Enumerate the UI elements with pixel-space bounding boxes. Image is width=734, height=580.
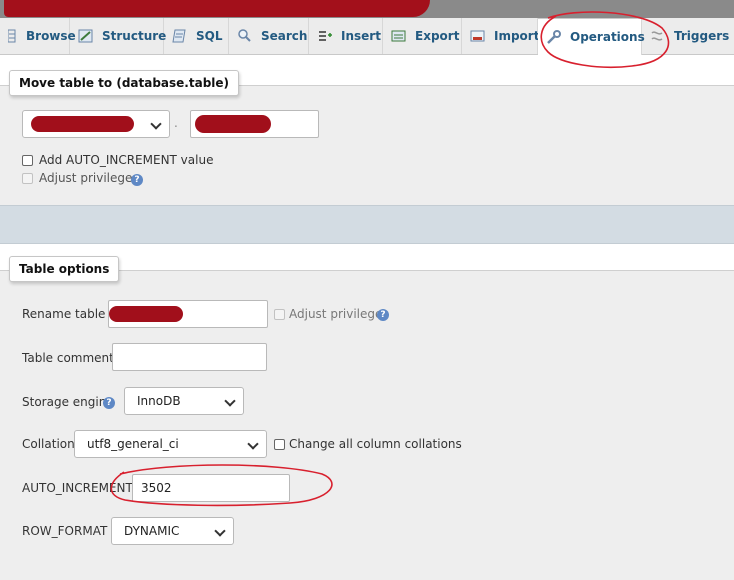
change-all-collations-checkbox[interactable] xyxy=(274,439,285,450)
tab-label: Triggers xyxy=(674,29,730,43)
chevron-down-icon xyxy=(247,438,259,450)
help-icon[interactable]: ? xyxy=(131,174,143,186)
rename-adjust-privileges-label: Adjust privileges xyxy=(289,307,389,321)
move-table-fieldset: . Add AUTO_INCREMENT value Adjust privil… xyxy=(0,85,734,205)
tab-browse[interactable]: Browse xyxy=(0,18,76,54)
rename-adjust-privileges-checkbox xyxy=(274,309,285,320)
structure-icon xyxy=(78,29,94,43)
row-format-label: ROW_FORMAT xyxy=(22,524,108,538)
tab-insert[interactable]: Insert xyxy=(309,18,383,54)
row-format-select[interactable]: DYNAMIC xyxy=(111,517,234,545)
storage-engine-label: Storage engine xyxy=(22,395,114,409)
move-table-submit-bar xyxy=(0,205,734,244)
tab-triggers[interactable]: Triggers xyxy=(642,18,734,54)
sql-icon xyxy=(172,29,188,43)
tab-label: Browse xyxy=(26,29,76,43)
tab-label: Import xyxy=(494,29,540,43)
tab-label: Export xyxy=(415,29,460,43)
tab-import[interactable]: Import xyxy=(462,18,540,54)
adjust-privileges-label: Adjust privileges xyxy=(39,171,139,185)
collation-value: utf8_general_ci xyxy=(87,437,179,451)
breadcrumb-bar xyxy=(0,0,734,18)
tab-label: Operations xyxy=(570,30,645,44)
storage-engine-value: InnoDB xyxy=(137,394,181,408)
triggers-icon xyxy=(650,29,666,43)
auto-increment-input[interactable]: 3502 xyxy=(132,474,290,502)
chevron-down-icon xyxy=(214,525,226,537)
tab-operations[interactable]: Operations xyxy=(538,18,645,55)
chevron-down-icon xyxy=(150,118,162,130)
collation-label: Collation xyxy=(22,437,75,451)
tab-label: Structure xyxy=(102,29,167,43)
redacted-breadcrumb xyxy=(4,0,430,17)
tab-sql[interactable]: SQL xyxy=(164,18,229,54)
row-format-value: DYNAMIC xyxy=(124,524,180,538)
add-auto-increment-checkbox[interactable] xyxy=(22,155,33,166)
new-table-name-input[interactable] xyxy=(190,110,319,138)
tab-export[interactable]: Export xyxy=(383,18,462,54)
help-icon[interactable]: ? xyxy=(377,309,389,321)
collation-select[interactable]: utf8_general_ci xyxy=(74,430,267,458)
import-icon xyxy=(470,29,486,43)
change-all-collations-label: Change all column collations xyxy=(289,437,462,451)
database-select[interactable] xyxy=(22,110,170,138)
tab-search[interactable]: Search xyxy=(229,18,309,54)
table-comments-input[interactable] xyxy=(112,343,267,371)
tab-label: SQL xyxy=(196,29,223,43)
help-icon[interactable]: ? xyxy=(103,397,115,409)
tab-label: Search xyxy=(261,29,308,43)
database-table-separator: . xyxy=(174,116,178,130)
move-table-legend: Move table to (database.table) xyxy=(9,70,240,96)
export-icon xyxy=(391,29,407,43)
table-options-legend: Table options xyxy=(9,256,120,282)
rename-table-label: Rename table to xyxy=(22,307,122,321)
browse-icon xyxy=(7,29,16,43)
add-auto-increment-label: Add AUTO_INCREMENT value xyxy=(39,153,214,167)
table-comments-label: Table comments xyxy=(22,351,121,365)
auto-increment-label: AUTO_INCREMENT xyxy=(22,481,133,495)
tab-structure[interactable]: Structure xyxy=(70,18,167,54)
storage-engine-select[interactable]: InnoDB xyxy=(124,387,244,415)
tab-bar: Browse Structure SQL Search Insert Expor… xyxy=(0,18,734,55)
chevron-down-icon xyxy=(224,395,236,407)
wrench-icon xyxy=(546,30,562,44)
redacted-table-name xyxy=(109,306,183,322)
insert-icon xyxy=(317,29,333,43)
search-icon xyxy=(237,29,253,43)
adjust-privileges-checkbox xyxy=(22,173,33,184)
tab-label: Insert xyxy=(341,29,381,43)
rename-table-input[interactable] xyxy=(108,300,268,328)
table-options-fieldset: Rename table to Adjust privileges ? Tabl… xyxy=(0,270,734,580)
redacted-table-name xyxy=(195,115,271,133)
redacted-database-name xyxy=(31,116,134,132)
